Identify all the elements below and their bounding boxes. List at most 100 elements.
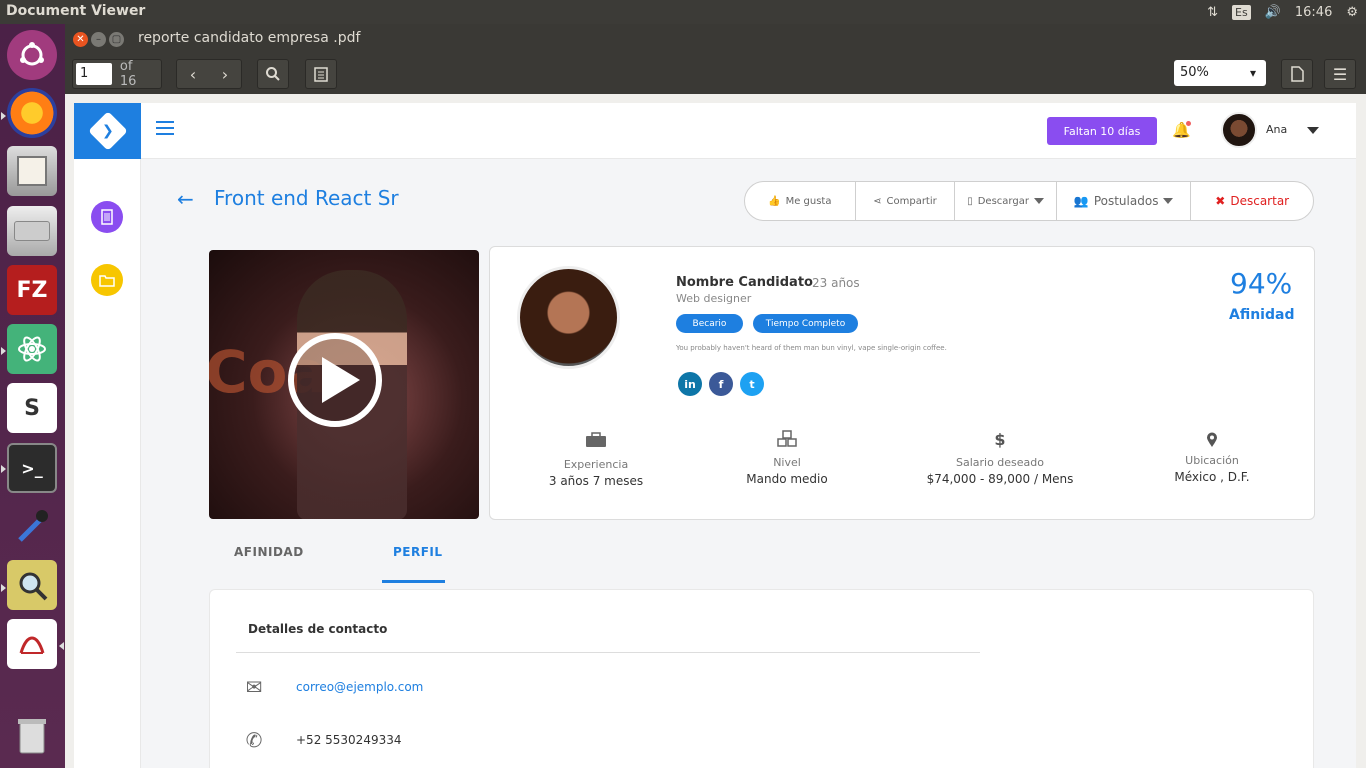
pdf-icon[interactable]: [7, 619, 57, 669]
app-sidebar: [74, 159, 141, 768]
clock[interactable]: 16:46: [1295, 5, 1332, 20]
stat-experience: Experiencia 3 años 7 meses: [546, 432, 646, 488]
folder-icon[interactable]: [91, 264, 123, 296]
share-label: Compartir: [886, 195, 937, 207]
user-menu-caret-icon[interactable]: [1307, 127, 1319, 134]
discard-button[interactable]: ✖ Descartar: [1191, 182, 1313, 220]
keyboard-layout-indicator[interactable]: Es: [1232, 4, 1251, 20]
contact-phone-row: ✆ +52 5530249334: [240, 728, 402, 752]
running-indicator: [1, 347, 6, 355]
document-viewer-window: ✕ – ▢ reporte candidato empresa .pdf 1 o…: [65, 24, 1366, 768]
atom-icon[interactable]: [7, 324, 57, 374]
tab-profile[interactable]: PERFIL: [393, 545, 443, 559]
stat-location: Ubicación México , D.F.: [1162, 432, 1262, 484]
like-button[interactable]: 👍 Me gusta: [745, 182, 856, 220]
document-properties-button[interactable]: [1281, 59, 1313, 89]
annotations-button[interactable]: [305, 59, 337, 89]
contact-phone: +52 5530249334: [296, 733, 402, 747]
candidate-actions-bar: 👍 Me gusta ⋖ Compartir ▯ Descargar 👥 Pos…: [744, 181, 1314, 221]
stat-label: Nivel: [773, 456, 801, 469]
minimize-window-button[interactable]: –: [91, 32, 106, 47]
menu-icon: ☰: [1332, 64, 1348, 84]
viewer-toolbar: 1 of 16 ‹ › 50% ▾ ☰: [65, 54, 1366, 94]
main-menu-button[interactable]: ☰: [1324, 59, 1356, 89]
tab-affinity[interactable]: AFINIDAD: [234, 545, 304, 559]
candidate-bio: You probably haven't heard of them man b…: [676, 344, 947, 352]
app-logo[interactable]: ❯: [74, 103, 141, 159]
building-icon[interactable]: [91, 201, 123, 233]
document-title: reporte candidato empresa .pdf: [138, 30, 361, 46]
file-cabinet-icon[interactable]: [7, 146, 57, 196]
applicants-dropdown[interactable]: 👥 Postulados: [1057, 182, 1192, 220]
page-count: of 16: [119, 59, 137, 89]
page-number-input[interactable]: 1: [76, 63, 112, 85]
network-icon[interactable]: ⇅: [1207, 5, 1218, 20]
briefcase-icon: [546, 432, 646, 452]
ubuntu-icon[interactable]: [7, 30, 57, 80]
search-button[interactable]: [257, 59, 289, 89]
document-icon: [1282, 59, 1312, 89]
zoom-value: 50%: [1180, 65, 1209, 80]
running-indicator: [1, 584, 6, 592]
contact-details-panel: Detalles de contacto ✉ correo@ejemplo.co…: [209, 589, 1314, 768]
dollar-icon: $: [994, 430, 1006, 449]
thumbs-up-icon: 👍: [768, 195, 781, 207]
stat-label: Experiencia: [563, 458, 629, 471]
volume-icon[interactable]: 🔊: [1265, 5, 1281, 20]
notification-dot: [1186, 121, 1191, 126]
app-header: ❯ Faltan 10 días 🔔 Ana: [74, 103, 1356, 159]
zoom-select[interactable]: 50% ▾: [1174, 60, 1266, 86]
play-icon[interactable]: [288, 333, 382, 427]
profile-tabs: AFINIDAD PERFIL: [209, 539, 609, 583]
contact-email[interactable]: correo@ejemplo.com: [296, 680, 423, 694]
settings-gear-icon[interactable]: ⚙: [1346, 5, 1358, 20]
maximize-window-button[interactable]: ▢: [109, 32, 124, 47]
active-tab-indicator: [382, 580, 445, 583]
share-button[interactable]: ⋖ Compartir: [856, 182, 956, 220]
image-viewer-icon[interactable]: [7, 560, 57, 610]
pdf-file-icon: ▯: [967, 195, 973, 207]
next-page-icon[interactable]: ›: [209, 59, 241, 89]
linkedin-icon[interactable]: in: [678, 372, 702, 396]
system-top-bar: Document Viewer ⇅ Es 🔊 16:46 ⚙: [0, 0, 1366, 24]
trial-days-badge[interactable]: Faltan 10 días: [1047, 117, 1157, 145]
chevron-down-icon: [1033, 198, 1044, 204]
color-picker-icon[interactable]: [7, 501, 57, 551]
users-group-icon: 👥: [1073, 194, 1089, 208]
search-icon: [258, 59, 288, 89]
disk-icon[interactable]: [7, 206, 57, 256]
tag-tiempo-completo: Tiempo Completo: [753, 314, 858, 333]
discard-label: Descartar: [1230, 194, 1290, 208]
previous-page-icon[interactable]: ‹: [177, 59, 209, 89]
terminal-icon[interactable]: >_: [7, 443, 57, 493]
share-icon: ⋖: [873, 195, 882, 207]
slack-icon[interactable]: S: [7, 383, 57, 433]
stat-value: México , D.F.: [1174, 470, 1250, 484]
stat-value: Mando medio: [746, 472, 828, 486]
applicants-label: Postulados: [1093, 194, 1159, 208]
back-arrow-icon[interactable]: ←: [177, 187, 194, 211]
stat-level: Nivel Mando medio: [737, 430, 837, 486]
running-indicator: [1, 112, 6, 120]
clipboard-icon: [306, 59, 336, 89]
pdf-page: ❯ Faltan 10 días 🔔 Ana ← Front end React…: [74, 103, 1356, 768]
chevron-down-icon: ▾: [1249, 66, 1256, 80]
job-title: Front end React Sr: [214, 186, 399, 210]
trash-icon[interactable]: [7, 710, 57, 760]
location-pin-icon: [1162, 432, 1262, 452]
user-name[interactable]: Ana: [1266, 123, 1287, 136]
twitter-icon[interactable]: t: [740, 372, 764, 396]
stat-value: $74,000 - 89,000 / Mens: [926, 472, 1074, 486]
download-button[interactable]: ▯ Descargar: [955, 182, 1057, 220]
user-avatar[interactable]: [1221, 112, 1257, 148]
filezilla-icon[interactable]: FZ: [7, 265, 57, 315]
stat-label: Salario deseado: [955, 456, 1045, 469]
facebook-icon[interactable]: f: [709, 372, 733, 396]
hamburger-menu-icon[interactable]: [156, 121, 174, 137]
candidate-card: Nombre Candidato 23 años Web designer Be…: [489, 246, 1315, 520]
contact-email-row: ✉ correo@ejemplo.com: [240, 675, 424, 699]
firefox-icon[interactable]: [7, 88, 57, 138]
stat-label: Ubicación: [1185, 454, 1239, 467]
close-window-button[interactable]: ✕: [73, 32, 88, 47]
candidate-video[interactable]: Coa: [209, 250, 479, 519]
